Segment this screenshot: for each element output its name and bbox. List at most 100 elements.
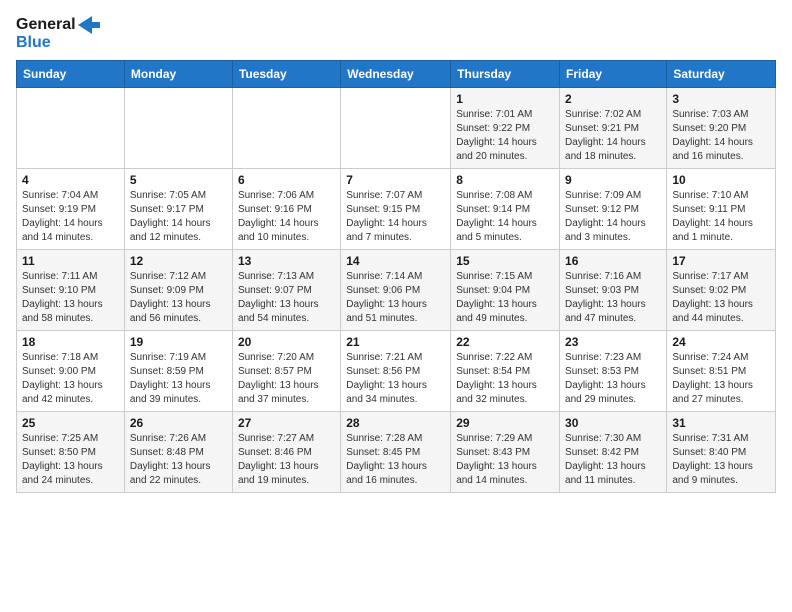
day-number: 25 bbox=[22, 416, 119, 430]
day-number: 11 bbox=[22, 254, 119, 268]
weekday-header-row: SundayMondayTuesdayWednesdayThursdayFrid… bbox=[17, 60, 776, 87]
day-info: Sunrise: 7:31 AM Sunset: 8:40 PM Dayligh… bbox=[672, 432, 770, 488]
day-cell-4: 4Sunrise: 7:04 AM Sunset: 9:19 PM Daylig… bbox=[17, 168, 125, 249]
week-row-3: 11 Sunrise: 7:11 AM Sunset: 9:10 PM Dayli… bbox=[17, 249, 776, 330]
day-cell-21: 21Sunrise: 7:21 AM Sunset: 8:56 PM Dayli… bbox=[341, 330, 451, 411]
empty-cell bbox=[124, 87, 232, 168]
day-info: Sunrise: 7:14 AM Sunset: 9:06 PM Dayligh… bbox=[346, 270, 445, 326]
day-info: Sunrise: 7:17 AM Sunset: 9:02 PM Dayligh… bbox=[672, 270, 770, 326]
day-number: 3 bbox=[672, 92, 770, 106]
day-info: Sunrise: 7:29 AM Sunset: 8:43 PM Dayligh… bbox=[456, 432, 554, 488]
day-number: 24 bbox=[672, 335, 770, 349]
empty-cell bbox=[232, 87, 340, 168]
day-number: 14 bbox=[346, 254, 445, 268]
page-header: General Blue bbox=[16, 16, 776, 52]
day-cell-22: 22 Sunrise: 7:22 AM Sunset: 8:54 PM Dayli… bbox=[451, 330, 560, 411]
day-number: 19 bbox=[130, 335, 227, 349]
weekday-header-friday: Friday bbox=[560, 60, 667, 87]
day-info: Sunrise: 7:22 AM Sunset: 8:54 PM Dayligh… bbox=[456, 351, 554, 407]
day-cell-5: 5 Sunrise: 7:05 AM Sunset: 9:17 PM Daylig… bbox=[124, 168, 232, 249]
day-cell-23: 23 Sunrise: 7:23 AM Sunset: 8:53 PM Dayli… bbox=[560, 330, 667, 411]
day-cell-25: 25 Sunrise: 7:25 AM Sunset: 8:50 PM Dayli… bbox=[17, 411, 125, 492]
day-info: Sunrise: 7:30 AM Sunset: 8:42 PM Dayligh… bbox=[565, 432, 661, 488]
empty-cell bbox=[341, 87, 451, 168]
day-cell-8: 8 Sunrise: 7:08 AM Sunset: 9:14 PM Daylig… bbox=[451, 168, 560, 249]
day-number: 29 bbox=[456, 416, 554, 430]
week-row-1: 1Sunrise: 7:01 AM Sunset: 9:22 PM Daylig… bbox=[17, 87, 776, 168]
day-cell-20: 20 Sunrise: 7:20 AM Sunset: 8:57 PM Dayli… bbox=[232, 330, 340, 411]
day-cell-26: 26 Sunrise: 7:26 AM Sunset: 8:48 PM Dayli… bbox=[124, 411, 232, 492]
day-cell-6: 6 Sunrise: 7:06 AM Sunset: 9:16 PM Daylig… bbox=[232, 168, 340, 249]
day-cell-3: 3 Sunrise: 7:03 AM Sunset: 9:20 PM Daylig… bbox=[667, 87, 776, 168]
day-number: 4 bbox=[22, 173, 119, 187]
day-number: 31 bbox=[672, 416, 770, 430]
day-number: 17 bbox=[672, 254, 770, 268]
day-number: 23 bbox=[565, 335, 661, 349]
day-info: Sunrise: 7:16 AM Sunset: 9:03 PM Dayligh… bbox=[565, 270, 661, 326]
logo: General Blue bbox=[16, 16, 100, 52]
day-cell-19: 19 Sunrise: 7:19 AM Sunset: 8:59 PM Dayli… bbox=[124, 330, 232, 411]
day-number: 30 bbox=[565, 416, 661, 430]
day-info: Sunrise: 7:07 AM Sunset: 9:15 PM Dayligh… bbox=[346, 189, 445, 245]
day-info: Sunrise: 7:23 AM Sunset: 8:53 PM Dayligh… bbox=[565, 351, 661, 407]
day-cell-29: 29 Sunrise: 7:29 AM Sunset: 8:43 PM Dayli… bbox=[451, 411, 560, 492]
day-cell-1: 1Sunrise: 7:01 AM Sunset: 9:22 PM Daylig… bbox=[451, 87, 560, 168]
weekday-header-tuesday: Tuesday bbox=[232, 60, 340, 87]
day-number: 22 bbox=[456, 335, 554, 349]
day-number: 8 bbox=[456, 173, 554, 187]
day-info: Sunrise: 7:27 AM Sunset: 8:46 PM Dayligh… bbox=[238, 432, 335, 488]
day-number: 28 bbox=[346, 416, 445, 430]
week-row-2: 4Sunrise: 7:04 AM Sunset: 9:19 PM Daylig… bbox=[17, 168, 776, 249]
day-number: 26 bbox=[130, 416, 227, 430]
weekday-header-thursday: Thursday bbox=[451, 60, 560, 87]
day-cell-2: 2Sunrise: 7:02 AM Sunset: 9:21 PM Daylig… bbox=[560, 87, 667, 168]
day-number: 1 bbox=[456, 92, 554, 106]
day-info: Sunrise: 7:28 AM Sunset: 8:45 PM Dayligh… bbox=[346, 432, 445, 488]
day-cell-11: 11 Sunrise: 7:11 AM Sunset: 9:10 PM Dayli… bbox=[17, 249, 125, 330]
day-info: Sunrise: 7:18 AM Sunset: 9:00 PM Dayligh… bbox=[22, 351, 119, 407]
day-number: 18 bbox=[22, 335, 119, 349]
day-info: Sunrise: 7:25 AM Sunset: 8:50 PM Dayligh… bbox=[22, 432, 119, 488]
day-cell-13: 13Sunrise: 7:13 AM Sunset: 9:07 PM Dayli… bbox=[232, 249, 340, 330]
day-info: Sunrise: 7:21 AM Sunset: 8:56 PM Dayligh… bbox=[346, 351, 445, 407]
day-info: Sunrise: 7:12 AM Sunset: 9:09 PM Dayligh… bbox=[130, 270, 227, 326]
day-info: Sunrise: 7:15 AM Sunset: 9:04 PM Dayligh… bbox=[456, 270, 554, 326]
weekday-header-wednesday: Wednesday bbox=[341, 60, 451, 87]
empty-cell bbox=[17, 87, 125, 168]
day-number: 12 bbox=[130, 254, 227, 268]
day-number: 20 bbox=[238, 335, 335, 349]
day-cell-9: 9Sunrise: 7:09 AM Sunset: 9:12 PM Daylig… bbox=[560, 168, 667, 249]
day-cell-17: 17 Sunrise: 7:17 AM Sunset: 9:02 PM Dayli… bbox=[667, 249, 776, 330]
day-cell-10: 10Sunrise: 7:10 AM Sunset: 9:11 PM Dayli… bbox=[667, 168, 776, 249]
day-cell-24: 24Sunrise: 7:24 AM Sunset: 8:51 PM Dayli… bbox=[667, 330, 776, 411]
logo-general-text: General bbox=[16, 16, 76, 34]
day-cell-28: 28 Sunrise: 7:28 AM Sunset: 8:45 PM Dayli… bbox=[341, 411, 451, 492]
day-info: Sunrise: 7:19 AM Sunset: 8:59 PM Dayligh… bbox=[130, 351, 227, 407]
weekday-header-sunday: Sunday bbox=[17, 60, 125, 87]
weekday-header-saturday: Saturday bbox=[667, 60, 776, 87]
week-row-4: 18 Sunrise: 7:18 AM Sunset: 9:00 PM Dayli… bbox=[17, 330, 776, 411]
day-cell-12: 12 Sunrise: 7:12 AM Sunset: 9:09 PM Dayli… bbox=[124, 249, 232, 330]
day-info: Sunrise: 7:03 AM Sunset: 9:20 PM Dayligh… bbox=[672, 108, 770, 164]
day-info: Sunrise: 7:20 AM Sunset: 8:57 PM Dayligh… bbox=[238, 351, 335, 407]
day-cell-31: 31 Sunrise: 7:31 AM Sunset: 8:40 PM Dayli… bbox=[667, 411, 776, 492]
day-number: 27 bbox=[238, 416, 335, 430]
day-info: Sunrise: 7:11 AM Sunset: 9:10 PM Dayligh… bbox=[22, 270, 119, 326]
day-info: Sunrise: 7:10 AM Sunset: 9:11 PM Dayligh… bbox=[672, 189, 770, 245]
day-info: Sunrise: 7:13 AM Sunset: 9:07 PM Dayligh… bbox=[238, 270, 335, 326]
day-info: Sunrise: 7:05 AM Sunset: 9:17 PM Dayligh… bbox=[130, 189, 227, 245]
day-cell-27: 27 Sunrise: 7:27 AM Sunset: 8:46 PM Dayli… bbox=[232, 411, 340, 492]
day-cell-15: 15Sunrise: 7:15 AM Sunset: 9:04 PM Dayli… bbox=[451, 249, 560, 330]
day-info: Sunrise: 7:08 AM Sunset: 9:14 PM Dayligh… bbox=[456, 189, 554, 245]
day-number: 5 bbox=[130, 173, 227, 187]
day-info: Sunrise: 7:06 AM Sunset: 9:16 PM Dayligh… bbox=[238, 189, 335, 245]
weekday-header-monday: Monday bbox=[124, 60, 232, 87]
day-number: 2 bbox=[565, 92, 661, 106]
day-number: 6 bbox=[238, 173, 335, 187]
day-cell-14: 14 Sunrise: 7:14 AM Sunset: 9:06 PM Dayli… bbox=[341, 249, 451, 330]
day-cell-16: 16 Sunrise: 7:16 AM Sunset: 9:03 PM Dayli… bbox=[560, 249, 667, 330]
day-info: Sunrise: 7:26 AM Sunset: 8:48 PM Dayligh… bbox=[130, 432, 227, 488]
logo-blue-text: Blue bbox=[16, 34, 100, 52]
day-number: 7 bbox=[346, 173, 445, 187]
day-number: 16 bbox=[565, 254, 661, 268]
